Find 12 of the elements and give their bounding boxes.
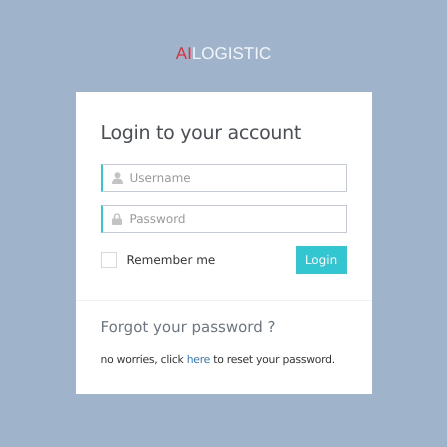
lock-icon — [112, 213, 122, 225]
login-title: Login to your account — [100, 122, 302, 144]
forgot-title: Forgot your password ? — [100, 318, 276, 336]
logo-text: LOGISTIC — [192, 44, 272, 64]
reset-text: no worries, click here to reset your password. — [100, 353, 336, 366]
user-icon — [112, 172, 122, 184]
logo-prefix: AI — [176, 44, 192, 64]
remember-checkbox[interactable] — [100, 252, 116, 268]
remember-label: Remember me — [126, 253, 216, 267]
reset-link[interactable]: here — [186, 353, 210, 366]
input-field[interactable]: Password — [100, 205, 346, 233]
input-field[interactable]: Username — [100, 164, 346, 192]
